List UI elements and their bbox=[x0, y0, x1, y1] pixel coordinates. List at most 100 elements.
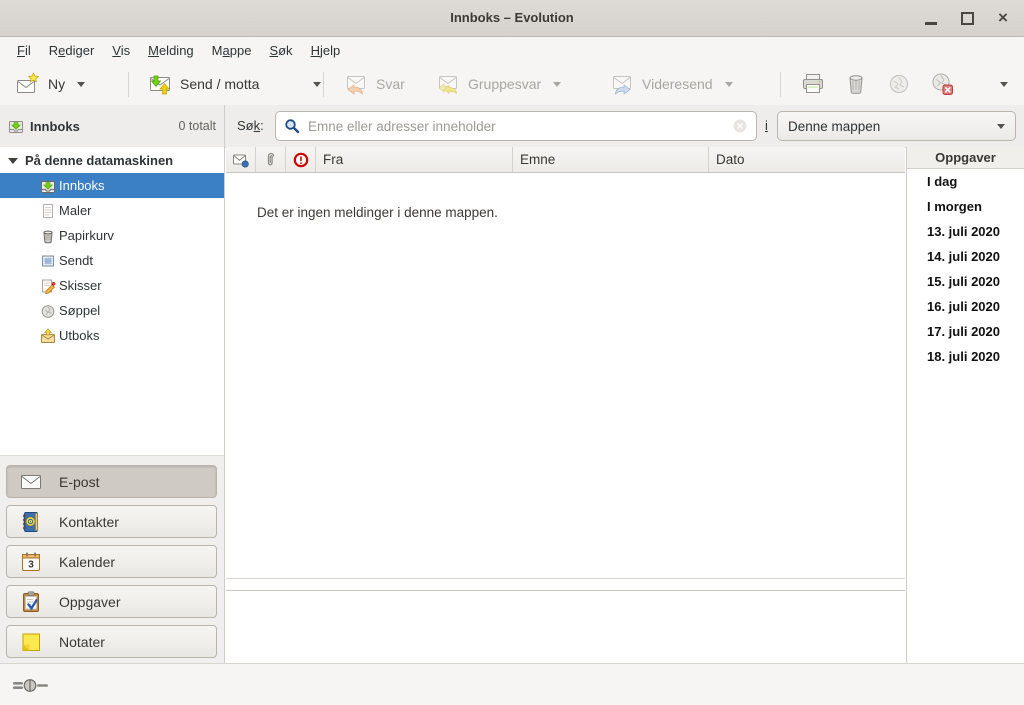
folder-utboks[interactable]: Utboks bbox=[0, 323, 224, 348]
mail-icon bbox=[19, 470, 43, 494]
tasks-icon bbox=[19, 590, 43, 614]
new-message-dropdown-icon[interactable] bbox=[77, 82, 85, 87]
preview-pane-splitter[interactable] bbox=[226, 590, 905, 591]
send-receive-label: Send / motta bbox=[180, 76, 259, 92]
task-group-date[interactable]: 18. juli 2020 bbox=[907, 344, 1024, 369]
new-message-button[interactable]: Ny bbox=[8, 68, 93, 100]
menu-fil[interactable]: Fil bbox=[8, 39, 40, 62]
menubar: Fil Rediger Vis Melding Mappe Søk Hjelp bbox=[0, 37, 1024, 64]
task-group-today[interactable]: I dag bbox=[907, 169, 1024, 194]
search-input[interactable] bbox=[306, 118, 732, 135]
reply-button[interactable]: Svar bbox=[336, 68, 413, 100]
task-group-tomorrow[interactable]: I morgen bbox=[907, 194, 1024, 219]
folder-soppel[interactable]: Søppel bbox=[0, 298, 224, 323]
contacts-icon bbox=[19, 510, 43, 534]
send-receive-button[interactable]: Send / motta bbox=[140, 68, 329, 100]
importance-icon bbox=[293, 152, 309, 168]
close-button[interactable]: × bbox=[986, 0, 1020, 36]
toolbar-overflow-button[interactable] bbox=[988, 68, 1016, 100]
folder-skisser[interactable]: Skisser bbox=[0, 273, 224, 298]
folder-maler[interactable]: Maler bbox=[0, 198, 224, 223]
wastebasket-icon bbox=[40, 228, 56, 244]
tree-root-label: På denne datamaskinen bbox=[25, 153, 173, 168]
clear-search-icon[interactable] bbox=[732, 118, 748, 134]
attachment-icon bbox=[263, 152, 279, 168]
switcher-label: E-post bbox=[59, 474, 99, 490]
group-reply-button[interactable]: Gruppesvar bbox=[428, 68, 569, 100]
task-group-date[interactable]: 14. juli 2020 bbox=[907, 244, 1024, 269]
not-junk-icon bbox=[929, 71, 955, 97]
task-group-date[interactable]: 13. juli 2020 bbox=[907, 219, 1024, 244]
forward-icon bbox=[610, 72, 634, 96]
list-bottom-border bbox=[226, 578, 905, 579]
menu-hjelp[interactable]: Hjelp bbox=[302, 39, 350, 62]
folder-sendt[interactable]: Sendt bbox=[0, 248, 224, 273]
forward-dropdown-icon[interactable] bbox=[725, 82, 733, 87]
switcher-tasks-button[interactable]: Oppgaver bbox=[6, 585, 217, 618]
close-icon: × bbox=[998, 0, 1008, 36]
tree-root-on-this-computer[interactable]: På denne datamaskinen bbox=[0, 148, 224, 173]
switcher-calendar-button[interactable]: 3 Kalender bbox=[6, 545, 217, 578]
column-importance[interactable] bbox=[286, 147, 316, 172]
forward-button[interactable]: Videresend bbox=[602, 68, 741, 100]
scope-label: i bbox=[765, 118, 768, 133]
menu-vis[interactable]: Vis bbox=[103, 39, 139, 62]
message-list-pane: Fra Emne Dato Det er ingen meldinger i d… bbox=[226, 147, 905, 663]
toolbar-separator bbox=[323, 72, 324, 97]
group-reply-dropdown-icon[interactable] bbox=[553, 82, 561, 87]
menu-mappe[interactable]: Mappe bbox=[203, 39, 261, 62]
minimize-button[interactable] bbox=[914, 0, 948, 36]
maximize-button[interactable] bbox=[950, 0, 984, 36]
search-row: Innboks 0 totalt Søk: i Denne mappen bbox=[0, 105, 1024, 148]
column-status[interactable] bbox=[226, 147, 256, 172]
not-junk-button[interactable] bbox=[921, 68, 963, 100]
switcher-notes-button[interactable]: Notater bbox=[6, 625, 217, 658]
column-attachment[interactable] bbox=[256, 147, 286, 172]
task-group-date[interactable]: 15. juli 2020 bbox=[907, 269, 1024, 294]
folder-papirkurv[interactable]: Papirkurv bbox=[0, 223, 224, 248]
task-group-date[interactable]: 16. juli 2020 bbox=[907, 294, 1024, 319]
search-box bbox=[275, 111, 757, 141]
column-subject[interactable]: Emne bbox=[513, 147, 709, 172]
current-folder-name: Innboks bbox=[30, 119, 80, 134]
junk-button[interactable] bbox=[878, 68, 920, 100]
empty-folder-message: Det er ingen meldinger i denne mappen. bbox=[257, 205, 498, 220]
folder-innboks[interactable]: Innboks bbox=[0, 173, 224, 198]
switcher-mail-button[interactable]: E-post bbox=[6, 465, 217, 498]
svg-text:3: 3 bbox=[28, 559, 34, 570]
folder-message-count: 0 totalt bbox=[178, 119, 216, 133]
reply-icon bbox=[344, 72, 368, 96]
task-group-date[interactable]: 17. juli 2020 bbox=[907, 319, 1024, 344]
sent-icon bbox=[40, 253, 56, 269]
menu-sok[interactable]: Søk bbox=[260, 39, 301, 62]
folder-label: Sendt bbox=[59, 253, 93, 268]
scope-selected-value: Denne mappen bbox=[788, 119, 993, 134]
search-label: Søk: bbox=[237, 118, 264, 133]
toolbar: Ny Send / motta Svar Gruppesvar Viderese… bbox=[0, 64, 1024, 106]
junk-icon bbox=[886, 71, 912, 97]
print-button[interactable] bbox=[792, 68, 834, 100]
maximize-icon bbox=[961, 12, 974, 25]
folder-header: Innboks 0 totalt bbox=[0, 105, 225, 147]
expander-icon[interactable] bbox=[8, 158, 18, 164]
switcher-contacts-button[interactable]: Kontakter bbox=[6, 505, 217, 538]
drafts-icon bbox=[40, 278, 56, 294]
send-receive-dropdown-icon[interactable] bbox=[313, 82, 321, 87]
online-status-plug-icon[interactable] bbox=[13, 678, 49, 693]
window-title: Innboks – Evolution bbox=[0, 0, 1024, 36]
status-bar bbox=[0, 663, 1024, 705]
folder-label: Maler bbox=[59, 203, 92, 218]
folder-label: Innboks bbox=[59, 178, 105, 193]
folder-label: Utboks bbox=[59, 328, 99, 343]
overflow-chevron-icon bbox=[1000, 82, 1008, 87]
inbox-icon bbox=[40, 178, 56, 194]
search-scope-dropdown[interactable]: Denne mappen bbox=[777, 111, 1016, 141]
menu-melding[interactable]: Melding bbox=[139, 39, 203, 62]
forward-label: Videresend bbox=[642, 76, 713, 92]
column-from[interactable]: Fra bbox=[316, 147, 513, 172]
folder-label: Skisser bbox=[59, 278, 102, 293]
evolution-window: Innboks – Evolution × Fil Rediger Vis Me… bbox=[0, 0, 1024, 705]
delete-button[interactable] bbox=[835, 68, 877, 100]
column-date[interactable]: Dato bbox=[709, 147, 905, 172]
menu-rediger[interactable]: Rediger bbox=[40, 39, 104, 62]
